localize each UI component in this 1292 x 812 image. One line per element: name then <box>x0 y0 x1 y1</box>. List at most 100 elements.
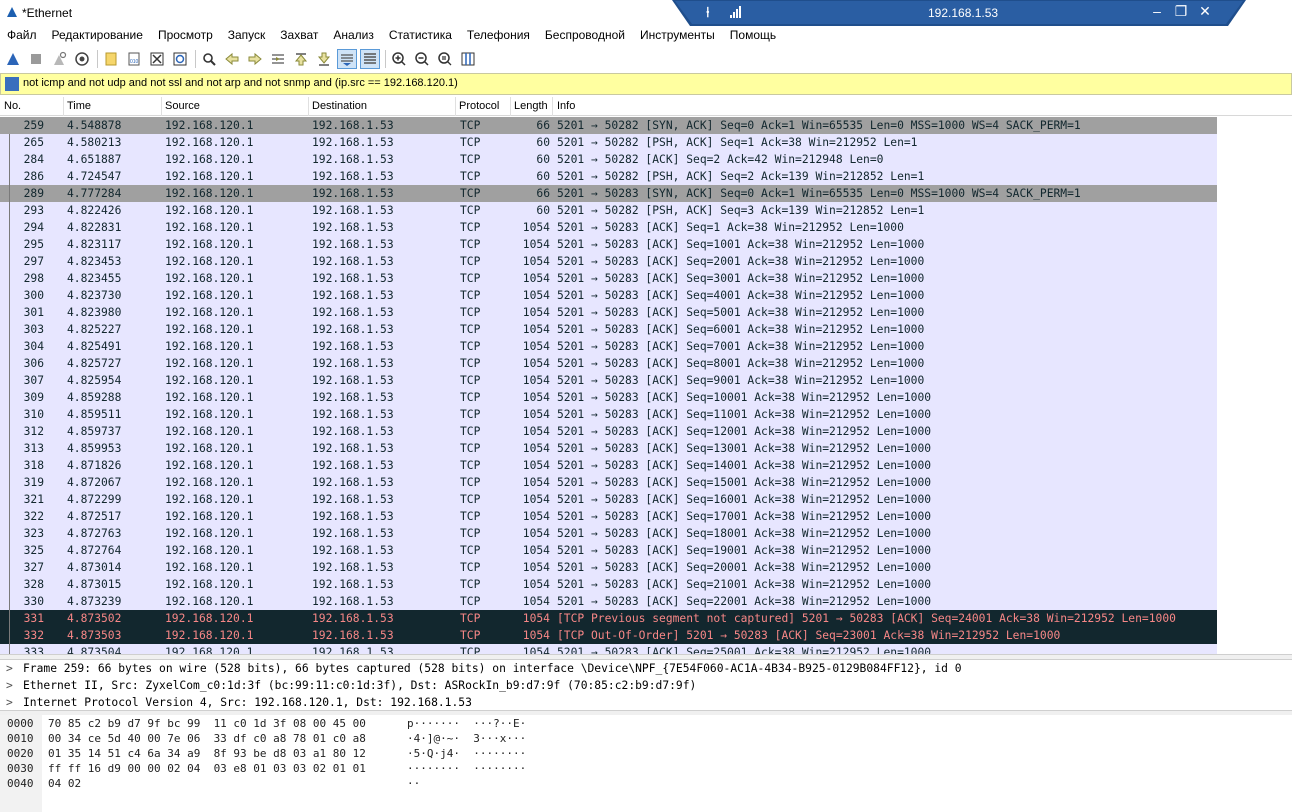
go-first-packet-icon[interactable] <box>292 50 310 68</box>
find-packet-icon[interactable] <box>200 50 218 68</box>
restore-button[interactable]: ❐ <box>1172 3 1190 20</box>
detail-tree-item[interactable]: > Ethernet II, Src: ZyxelCom_c0:1d:3f (bc… <box>0 677 1292 694</box>
packet-bytes-pane[interactable]: 0000 70 85 c2 b9 d7 9f bc 99 11 c0 1d 3f … <box>0 715 1292 812</box>
menu-tools[interactable]: Инструменты <box>633 26 723 46</box>
table-row[interactable]: 265 4.580213 192.168.120.1 192.168.1.53 TCP 6… <box>0 134 1217 151</box>
save-file-icon[interactable]: 010 <box>125 50 143 68</box>
column-header-time[interactable]: Time <box>67 100 91 112</box>
table-row[interactable]: 289 4.777284 192.168.120.1 192.168.1.53 TCP 6… <box>0 185 1217 202</box>
menu-go[interactable]: Запуск <box>221 26 274 46</box>
zoom-out-icon[interactable] <box>413 50 431 68</box>
menu-edit[interactable]: Редактирование <box>45 26 151 46</box>
close-file-icon[interactable] <box>148 50 166 68</box>
table-row[interactable]: 312 4.859737 192.168.120.1 192.168.1.53 TCP 1… <box>0 423 1217 440</box>
table-row[interactable]: 332 4.873503 192.168.120.1 192.168.1.53 TCP 1… <box>0 627 1217 644</box>
table-row[interactable]: 333 4.873504 192.168.120.1 192.168.1.53 TCP 1… <box>0 644 1217 654</box>
minimize-button[interactable]: ‒ <box>1148 3 1166 19</box>
auto-scroll-icon[interactable] <box>337 49 357 69</box>
menu-analyze[interactable]: Анализ <box>326 26 382 46</box>
table-row[interactable]: 330 4.873239 192.168.120.1 192.168.1.53 TCP 1… <box>0 593 1217 610</box>
table-row[interactable]: 327 4.873014 192.168.120.1 192.168.1.53 TCP 1… <box>0 559 1217 576</box>
table-row[interactable]: 293 4.822426 192.168.120.1 192.168.1.53 TCP 6… <box>0 202 1217 219</box>
pin-icon[interactable]: ⍿ <box>706 4 710 21</box>
restart-capture-icon[interactable] <box>50 50 68 68</box>
column-divider[interactable] <box>161 97 162 116</box>
column-header-info[interactable]: Info <box>557 100 575 112</box>
zoom-in-icon[interactable] <box>390 50 408 68</box>
display-filter-bar[interactable]: not icmp and not udp and not ssl and not… <box>0 73 1292 95</box>
column-divider[interactable] <box>63 97 64 116</box>
menu-telephony[interactable]: Телефония <box>460 26 538 46</box>
column-divider[interactable] <box>308 97 309 116</box>
byte-hex[interactable]: 04 02 <box>48 776 81 791</box>
table-row[interactable]: 284 4.651887 192.168.120.1 192.168.1.53 TCP 6… <box>0 151 1217 168</box>
table-row[interactable]: 310 4.859511 192.168.120.1 192.168.1.53 TCP 1… <box>0 406 1217 423</box>
table-row[interactable]: 298 4.823455 192.168.120.1 192.168.1.53 TCP 1… <box>0 270 1217 287</box>
menu-help[interactable]: Помощь <box>723 26 784 46</box>
byte-ascii[interactable]: p······· ···?··E· <box>407 716 526 731</box>
column-header-source[interactable]: Source <box>165 100 200 112</box>
chevron-right-icon[interactable]: > <box>6 660 13 677</box>
table-row[interactable]: 307 4.825954 192.168.120.1 192.168.1.53 TCP 1… <box>0 372 1217 389</box>
table-row[interactable]: 331 4.873502 192.168.120.1 192.168.1.53 TCP 1… <box>0 610 1217 627</box>
start-capture-icon[interactable] <box>4 50 22 68</box>
byte-ascii[interactable]: ·4·]@·~· 3···x··· <box>407 731 526 746</box>
byte-hex[interactable]: 70 85 c2 b9 d7 9f bc 99 11 c0 1d 3f 08 0… <box>48 716 366 731</box>
go-back-icon[interactable] <box>223 50 241 68</box>
go-forward-icon[interactable] <box>246 50 264 68</box>
table-row[interactable]: 318 4.871826 192.168.120.1 192.168.1.53 TCP 1… <box>0 457 1217 474</box>
byte-ascii[interactable]: ········ ········ <box>407 761 526 776</box>
table-row[interactable]: 300 4.823730 192.168.120.1 192.168.1.53 TCP 1… <box>0 287 1217 304</box>
column-header-no[interactable]: No. <box>4 100 21 112</box>
display-filter-input[interactable]: not icmp and not udp and not ssl and not… <box>23 77 458 89</box>
reload-file-icon[interactable] <box>171 50 189 68</box>
capture-options-icon[interactable] <box>73 50 91 68</box>
byte-hex[interactable]: ff ff 16 d9 00 00 02 04 03 e8 01 03 03 0… <box>48 761 366 776</box>
table-row[interactable]: 323 4.872763 192.168.120.1 192.168.1.53 TCP 1… <box>0 525 1217 542</box>
menu-file[interactable]: Файл <box>0 26 45 46</box>
table-row[interactable]: 322 4.872517 192.168.120.1 192.168.1.53 TCP 1… <box>0 508 1217 525</box>
byte-ascii[interactable]: ·5·Q·j4· ········ <box>407 746 526 761</box>
table-row[interactable]: 325 4.872764 192.168.120.1 192.168.1.53 TCP 1… <box>0 542 1217 559</box>
table-row[interactable]: 301 4.823980 192.168.120.1 192.168.1.53 TCP 1… <box>0 304 1217 321</box>
go-to-packet-icon[interactable] <box>269 50 287 68</box>
table-row[interactable]: 297 4.823453 192.168.120.1 192.168.1.53 TCP 1… <box>0 253 1217 270</box>
table-row[interactable]: 294 4.822831 192.168.120.1 192.168.1.53 TCP 1… <box>0 219 1217 236</box>
go-last-packet-icon[interactable] <box>315 50 333 68</box>
column-divider[interactable] <box>455 97 456 116</box>
table-row[interactable]: 309 4.859288 192.168.120.1 192.168.1.53 TCP 1… <box>0 389 1217 406</box>
colorize-icon[interactable] <box>360 49 380 69</box>
table-row[interactable]: 319 4.872067 192.168.120.1 192.168.1.53 TCP 1… <box>0 474 1217 491</box>
close-button[interactable]: ✕ <box>1196 3 1214 20</box>
column-divider[interactable] <box>552 97 553 116</box>
byte-ascii[interactable]: ·· <box>407 776 420 791</box>
table-row[interactable]: 313 4.859953 192.168.120.1 192.168.1.53 TCP 1… <box>0 440 1217 457</box>
connection-signal-icon[interactable] <box>730 6 742 18</box>
table-row[interactable]: 303 4.825227 192.168.120.1 192.168.1.53 TCP 1… <box>0 321 1217 338</box>
chevron-right-icon[interactable]: > <box>6 694 13 710</box>
menu-capture[interactable]: Захват <box>273 26 326 46</box>
byte-hex[interactable]: 01 35 14 51 c4 6a 34 a9 8f 93 be d8 03 a… <box>48 746 366 761</box>
menu-wireless[interactable]: Беспроводной <box>538 26 633 46</box>
packet-list[interactable]: No. Time Source Destination Protocol Len… <box>0 97 1292 654</box>
table-row[interactable]: 304 4.825491 192.168.120.1 192.168.1.53 TCP 1… <box>0 338 1217 355</box>
bookmark-icon[interactable] <box>5 77 19 91</box>
open-file-icon[interactable] <box>102 50 120 68</box>
menu-statistics[interactable]: Статистика <box>382 26 460 46</box>
column-divider[interactable] <box>510 97 511 116</box>
column-header-length[interactable]: Length <box>514 100 548 112</box>
table-row[interactable]: 321 4.872299 192.168.120.1 192.168.1.53 TCP 1… <box>0 491 1217 508</box>
table-row[interactable]: 259 4.548878 192.168.120.1 192.168.1.53 TCP 6… <box>0 117 1217 134</box>
resize-columns-icon[interactable] <box>459 50 477 68</box>
table-row[interactable]: 328 4.873015 192.168.120.1 192.168.1.53 TCP 1… <box>0 576 1217 593</box>
zoom-reset-icon[interactable] <box>436 50 454 68</box>
detail-tree-item[interactable]: > Internet Protocol Version 4, Src: 192.1… <box>0 694 1292 710</box>
byte-hex[interactable]: 00 34 ce 5d 40 00 7e 06 33 df c0 a8 78 0… <box>48 731 366 746</box>
column-header-protocol[interactable]: Protocol <box>459 100 499 112</box>
table-row[interactable]: 295 4.823117 192.168.120.1 192.168.1.53 TCP 1… <box>0 236 1217 253</box>
chevron-right-icon[interactable]: > <box>6 677 13 694</box>
column-header-destination[interactable]: Destination <box>312 100 367 112</box>
packet-details-pane[interactable]: > Frame 259: 66 bytes on wire (528 bits),… <box>0 660 1292 710</box>
table-row[interactable]: 306 4.825727 192.168.120.1 192.168.1.53 TCP 1… <box>0 355 1217 372</box>
detail-tree-item[interactable]: > Frame 259: 66 bytes on wire (528 bits),… <box>0 660 1292 677</box>
